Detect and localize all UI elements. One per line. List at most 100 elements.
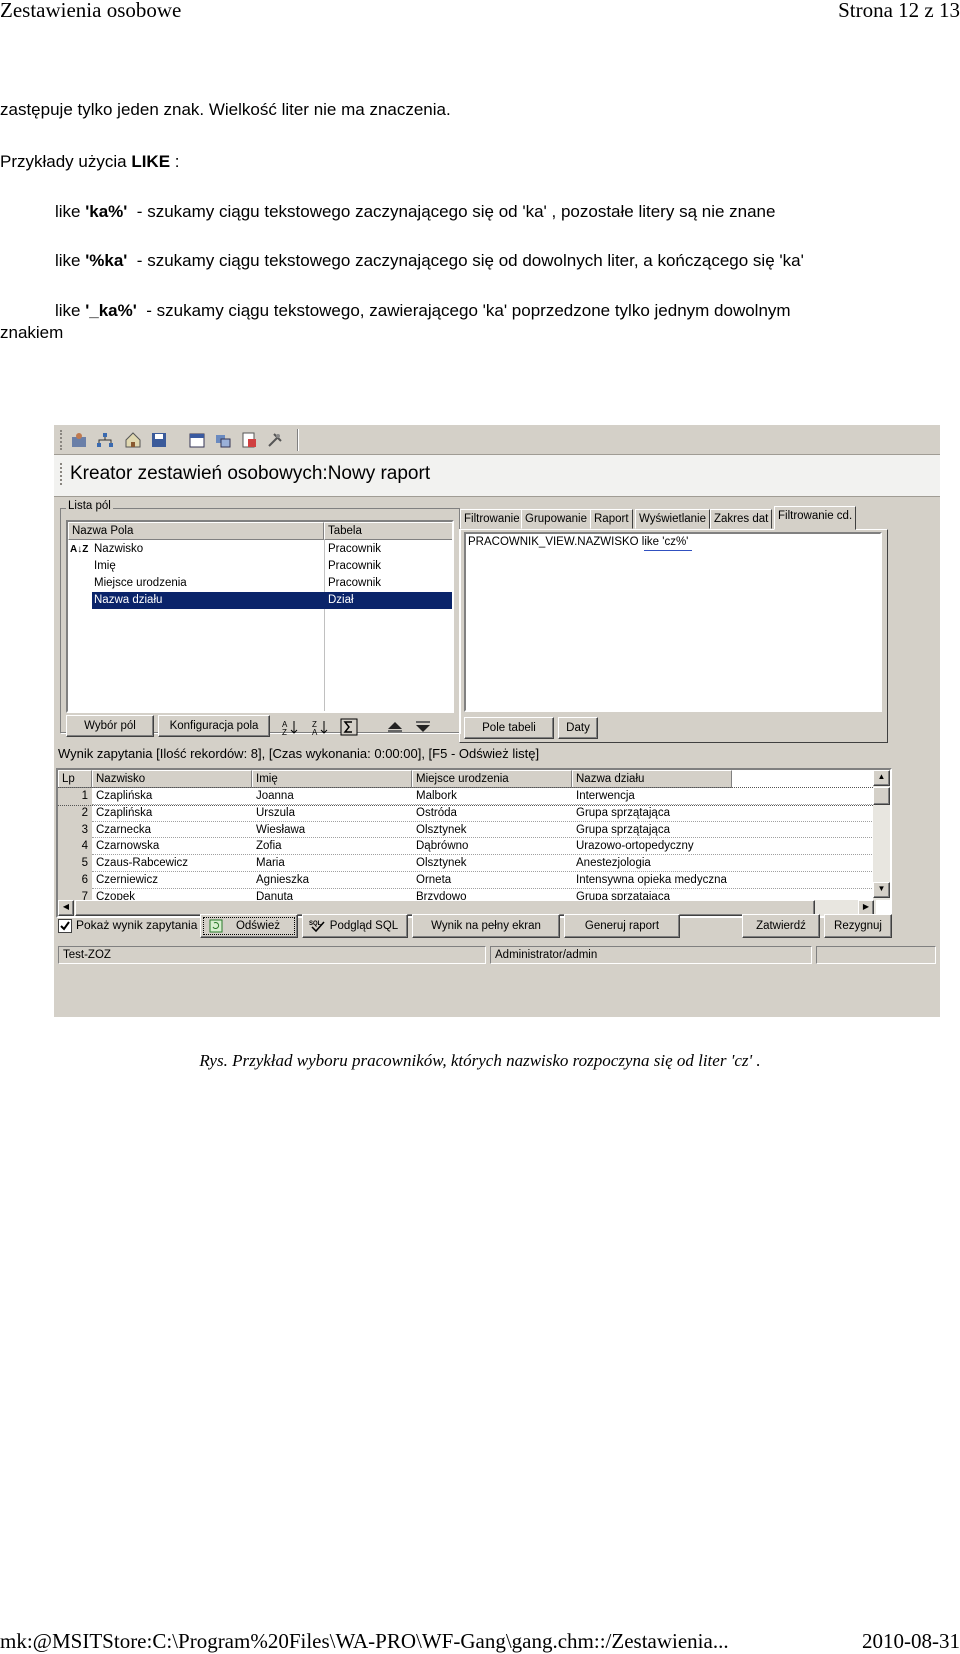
move-up-icon[interactable] xyxy=(386,719,404,735)
sum-icon[interactable] xyxy=(340,718,358,736)
field-table: Pracownik xyxy=(328,543,382,555)
refresh-icon xyxy=(209,919,223,933)
tab-display[interactable]: Wyświetlanie xyxy=(635,509,711,529)
scroll-up-button[interactable]: ▲ xyxy=(873,770,890,786)
field-row[interactable]: A↓Z Nazwisko Pracownik xyxy=(68,541,452,558)
birthplace-cell: Dąbrówno xyxy=(416,840,469,853)
wizard-header: Kreator zestawień osobowych:Nowy raport xyxy=(54,455,940,497)
table-row[interactable]: 2 Czaplińska Urszula Ostróda Grupa sprzątają… xyxy=(58,805,874,822)
field-name: Miejsce urodzenia xyxy=(94,577,187,589)
example-1-description: - szukamy ciągu tekstowego zaczynającego… xyxy=(127,202,776,221)
field-name: Imię xyxy=(94,560,116,572)
header-grip xyxy=(60,463,63,485)
surname-cell: Czarnowska xyxy=(96,840,160,853)
structure-icon[interactable] xyxy=(96,431,114,449)
scroll-down-button[interactable]: ▼ xyxy=(873,882,890,898)
results-grid[interactable]: Lp Nazwisko Imię Miejsce urodzenia Nazwa… xyxy=(56,768,892,918)
column-header-field-name[interactable]: Nazwa Pola xyxy=(68,522,324,540)
like-keyword: LIKE xyxy=(131,152,171,171)
table-row[interactable]: 4 Czarnowska Zofia Dąbrówno Urazowo-ortopedy… xyxy=(58,838,874,856)
table-field-button[interactable]: Pole tabeli xyxy=(464,717,554,739)
row-number: 6 xyxy=(81,874,88,886)
row-number: 1 xyxy=(81,790,88,802)
table-row[interactable]: 3 Czarnecka Wiesława Olsztynek Grupa sprząta… xyxy=(58,822,874,839)
status-bar: Test-ZOZ Administrator/admin xyxy=(54,944,940,966)
show-result-checkbox[interactable] xyxy=(58,919,72,933)
table-row[interactable]: 1 Czaplińska Joanna Malbork Interwencja xyxy=(58,787,875,806)
grid-header-department[interactable]: Nazwa działu xyxy=(572,770,732,788)
birthplace-cell: Malbork xyxy=(416,790,457,802)
tab-grouping[interactable]: Grupowanie xyxy=(521,509,592,529)
save-icon[interactable] xyxy=(150,431,168,449)
vertical-scrollbar[interactable]: ▲ ▼ xyxy=(873,770,890,900)
row-number: 4 xyxy=(81,840,88,853)
status-company: Test-ZOZ xyxy=(58,946,486,964)
example-3: like '_ka%' - szukamy ciągu tekstowego, … xyxy=(55,301,791,321)
table-row[interactable]: 6 Czerniewicz Agnieszka Orneta Intensywna op… xyxy=(58,872,874,889)
generate-report-button[interactable]: Generuj raport xyxy=(564,914,680,938)
footer-source-path: mk:@MSITStore:C:\Program%20Files\WA-PRO\… xyxy=(0,1629,729,1653)
department-cell: Interwencja xyxy=(576,790,635,802)
grid-header-lp[interactable]: Lp xyxy=(58,770,92,788)
home-icon[interactable] xyxy=(124,431,142,449)
example-3-description: - szukamy ciągu tekstowego, zawierająceg… xyxy=(136,301,791,320)
like-intro-colon: : xyxy=(170,152,180,171)
birthplace-cell: Orneta xyxy=(416,874,452,886)
example-2-description: - szukamy ciągu tekstowego zaczynającego… xyxy=(127,251,804,270)
fullscreen-result-button[interactable]: Wynik na pełny ekran xyxy=(412,914,560,938)
sort-ascending-icon[interactable]: AZ xyxy=(282,719,298,735)
example-3-pattern: '_ka%' xyxy=(85,301,137,320)
report-icon[interactable] xyxy=(240,431,258,449)
page-header-page-number: Strona 12 z 13 xyxy=(838,0,960,22)
birthplace-cell: Olsztynek xyxy=(416,823,467,836)
field-name: Nazwisko xyxy=(94,543,144,555)
approve-button[interactable]: Zatwierdź xyxy=(742,914,820,938)
svg-text:A: A xyxy=(312,728,318,735)
field-table: Pracownik xyxy=(328,560,382,572)
scroll-thumb[interactable] xyxy=(873,787,890,805)
calendar-icon[interactable] xyxy=(188,431,206,449)
example-1-keyword: like xyxy=(55,202,86,221)
refresh-button[interactable]: Odśwież xyxy=(200,914,298,938)
paragraph-wildcard: zastępuje tylko jeden znak. Wielkość lit… xyxy=(0,100,451,119)
select-fields-button[interactable]: Wybór pól xyxy=(66,715,154,737)
cancel-button[interactable]: Rezygnuj xyxy=(824,914,892,938)
show-result-label[interactable]: Pokaż wynik zapytania xyxy=(76,918,197,932)
figure-caption: Rys. Przykład wyboru pracowników, któryc… xyxy=(199,1051,761,1070)
tab-date-range[interactable]: Zakres dat xyxy=(710,509,773,529)
paragraph-like-examples: Przykłady użycia LIKE : xyxy=(0,152,180,172)
users-icon[interactable] xyxy=(70,431,88,449)
sql-preview-button[interactable]: SQL Podgląd SQL xyxy=(302,914,408,938)
sort-descending-icon[interactable]: ZA xyxy=(312,719,328,735)
field-list[interactable]: Nazwa Pola Tabela A↓Z Nazwisko Pracownik… xyxy=(66,520,454,713)
refresh-label: Odśwież xyxy=(235,920,281,932)
tab-filtering[interactable]: Filtrowanie xyxy=(460,509,524,529)
windows-icon[interactable] xyxy=(214,431,232,449)
move-down-icon[interactable] xyxy=(414,719,432,735)
column-header-table[interactable]: Tabela xyxy=(324,522,452,540)
tab-filtering-continued[interactable]: Filtrowanie cd. xyxy=(774,506,857,530)
tab-report[interactable]: Raport xyxy=(590,509,633,529)
sql-icon: SQL xyxy=(309,921,325,933)
scroll-left-button[interactable]: ◀ xyxy=(58,900,74,916)
tools-icon[interactable] xyxy=(266,431,284,449)
status-user: Administrator/admin xyxy=(490,946,812,964)
field-row[interactable]: Imię Pracownik xyxy=(68,558,452,575)
grid-header-surname[interactable]: Nazwisko xyxy=(92,770,252,788)
configure-field-button[interactable]: Konfiguracja pola xyxy=(158,715,270,737)
dates-button[interactable]: Daty xyxy=(558,717,598,739)
grid-header-birthplace[interactable]: Miejsce urodzenia xyxy=(412,770,572,788)
wizard-title: Kreator zestawień osobowych:Nowy raport xyxy=(70,463,431,484)
svg-text:Z: Z xyxy=(282,728,287,735)
field-row[interactable]: Miejsce urodzenia Pracownik xyxy=(68,575,452,592)
field-row-selected[interactable]: Nazwa działu Dział xyxy=(92,592,452,609)
example-3-continuation: znakiem xyxy=(0,323,64,342)
table-row[interactable]: 5 Czaus-Rabcewicz Maria Olsztynek Anestezjol… xyxy=(58,855,874,872)
spelling-underline xyxy=(644,550,692,551)
grid-body: 1 Czaplińska Joanna Malbork Interwencja 2 Czap… xyxy=(58,787,875,916)
filter-condition-editor[interactable]: PRACOWNIK_VIEW.NAZWISKO like 'cz%' xyxy=(464,532,882,712)
birthplace-cell: Olsztynek xyxy=(416,857,467,870)
example-3-keyword: like xyxy=(55,301,86,320)
grid-header-first-name[interactable]: Imię xyxy=(252,770,412,788)
surname-cell: Czaplińska xyxy=(96,790,153,802)
